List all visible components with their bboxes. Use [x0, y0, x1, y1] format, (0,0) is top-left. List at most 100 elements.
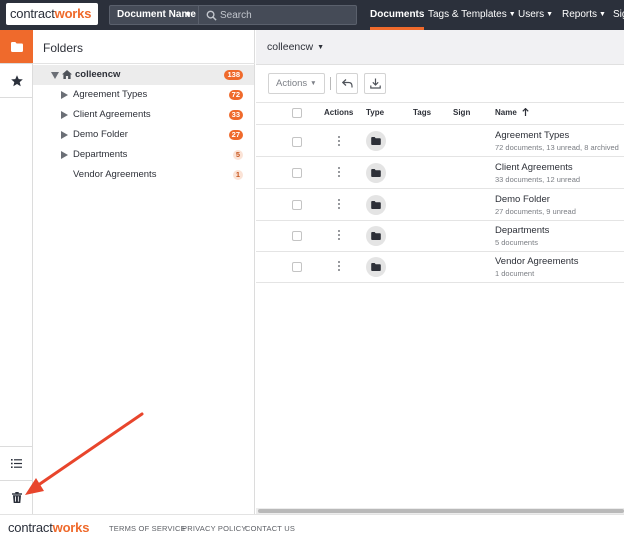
search-scope-select[interactable]: Document Name ▼: [109, 5, 199, 25]
search-box: [199, 5, 357, 25]
search-input[interactable]: [220, 6, 352, 24]
row-checkbox[interactable]: [292, 200, 302, 210]
undo-icon: [341, 79, 353, 88]
grid-divider: [256, 156, 624, 157]
count-badge: 72: [228, 90, 243, 100]
row-name-link[interactable]: Demo Folder: [495, 194, 550, 205]
footer-logo: contractworks: [8, 520, 90, 535]
top-nav-bar: contractworks Document Name ▼ Documents …: [0, 0, 624, 30]
folder-tree-root-label: colleencw: [75, 69, 121, 80]
nav-tags-templates[interactable]: Tags & Templates ▼: [428, 0, 516, 30]
row-checkbox[interactable]: [292, 137, 302, 147]
type-folder-icon: [366, 257, 386, 277]
logo[interactable]: contractworks: [6, 3, 98, 25]
row-name-link[interactable]: Agreement Types: [495, 130, 569, 141]
grid-divider: [256, 124, 624, 125]
folder-tree-item-label: Vendor Agreements: [73, 169, 157, 180]
folders-divider: [33, 63, 255, 64]
folders-title: Folders: [43, 41, 84, 55]
row-name-link[interactable]: Departments: [495, 225, 549, 236]
toolbar-divider: [330, 77, 331, 90]
grid-divider: [256, 220, 624, 221]
row-checkbox[interactable]: [292, 168, 302, 178]
folder-tree-item-label: Departments: [73, 149, 128, 160]
grid-divider: [256, 282, 624, 283]
column-header-type[interactable]: Type: [366, 103, 384, 123]
download-icon: [369, 78, 381, 89]
row-checkbox[interactable]: [292, 262, 302, 272]
column-header-sign[interactable]: Sign: [453, 103, 470, 123]
left-rail: [0, 30, 33, 514]
type-folder-icon: [366, 131, 386, 151]
nav-signatures[interactable]: Sig: [613, 0, 624, 30]
footer: contractworks TERMS OF SERVICE PRIVACY P…: [0, 514, 624, 540]
folder-icon: [10, 41, 23, 52]
home-icon: [62, 70, 72, 79]
grid-divider: [256, 102, 624, 103]
column-header-name[interactable]: Name: [495, 103, 529, 123]
row-meta: 33 documents, 12 unread: [495, 175, 581, 184]
rail-list-button[interactable]: [0, 447, 33, 480]
undo-button[interactable]: [336, 73, 358, 94]
nav-users[interactable]: Users ▼: [518, 0, 553, 30]
row-name-link[interactable]: Vendor Agreements: [495, 256, 578, 267]
count-badge: 27: [228, 130, 243, 140]
rail-trash-button[interactable]: [0, 481, 33, 514]
actions-dropdown[interactable]: Actions ▼: [268, 73, 325, 94]
count-badge: 1: [232, 170, 243, 180]
terms-of-service-link[interactable]: TERMS OF SERVICE: [109, 524, 186, 533]
rail-favorites-button[interactable]: [0, 64, 33, 97]
caret-right-icon[interactable]: [61, 111, 68, 119]
row-checkbox[interactable]: [292, 231, 302, 241]
search-icon: [206, 10, 217, 21]
caret-right-icon[interactable]: [61, 131, 68, 139]
scrollbar-thumb[interactable]: [258, 509, 624, 513]
folder-tree-item[interactable]: Departments 5: [33, 145, 254, 165]
sort-ascending-icon: [522, 107, 529, 116]
row-actions-kebab-icon[interactable]: [338, 167, 341, 179]
rail-divider: [0, 97, 33, 98]
privacy-policy-link[interactable]: PRIVACY POLICY: [182, 524, 247, 533]
nav-reports[interactable]: Reports ▼: [562, 0, 606, 30]
row-actions-kebab-icon[interactable]: [338, 230, 341, 242]
grid-divider: [256, 188, 624, 189]
caret-right-icon[interactable]: [61, 91, 68, 99]
type-folder-icon: [366, 163, 386, 183]
app-window: contractworks Document Name ▼ Documents …: [0, 0, 624, 540]
folder-tree-item-label: Client Agreements: [73, 109, 151, 120]
caret-right-icon[interactable]: [61, 151, 68, 159]
nav-documents[interactable]: Documents: [370, 0, 425, 30]
caret-down-icon[interactable]: [51, 72, 59, 79]
contact-us-link[interactable]: CONTACT US: [245, 524, 295, 533]
select-all-checkbox[interactable]: [292, 108, 302, 118]
download-button[interactable]: [364, 73, 386, 94]
folder-tree-item[interactable]: Agreement Types 72: [33, 85, 254, 105]
grid-divider: [256, 251, 624, 252]
count-badge: 33: [228, 110, 243, 120]
chevron-down-icon: ▼: [184, 10, 192, 19]
row-actions-kebab-icon[interactable]: [338, 136, 341, 148]
folder-tree-item[interactable]: Demo Folder 27: [33, 125, 254, 145]
list-icon: [11, 459, 22, 468]
main-content: colleencw ▼ Actions ▼ Actions Type Tags Si…: [256, 30, 624, 514]
folder-tree-root[interactable]: colleencw 138: [33, 65, 254, 85]
count-badge: 5: [232, 150, 243, 160]
row-meta: 5 documents: [495, 238, 538, 247]
folders-panel: Folders colleencw 138 Agreement Types 72…: [33, 30, 255, 514]
breadcrumb[interactable]: colleencw ▼: [267, 41, 324, 53]
column-header-tags[interactable]: Tags: [413, 103, 431, 123]
column-header-actions: Actions: [324, 108, 354, 117]
type-folder-icon: [366, 226, 386, 246]
row-meta: 27 documents, 9 unread: [495, 207, 576, 216]
logo-text: contractworks: [10, 6, 92, 21]
breadcrumb-bar: colleencw ▼: [256, 30, 624, 65]
folder-tree-item-label: Agreement Types: [73, 89, 148, 100]
row-meta: 72 documents, 13 unread, 8 archived: [495, 143, 619, 152]
folder-tree-item[interactable]: Vendor Agreements 1: [33, 165, 254, 185]
row-name-link[interactable]: Client Agreements: [495, 162, 573, 173]
rail-folders-button[interactable]: [0, 30, 33, 63]
row-actions-kebab-icon[interactable]: [338, 261, 341, 273]
row-actions-kebab-icon[interactable]: [338, 199, 341, 211]
row-meta: 1 document: [495, 269, 535, 278]
folder-tree-item[interactable]: Client Agreements 33: [33, 105, 254, 125]
